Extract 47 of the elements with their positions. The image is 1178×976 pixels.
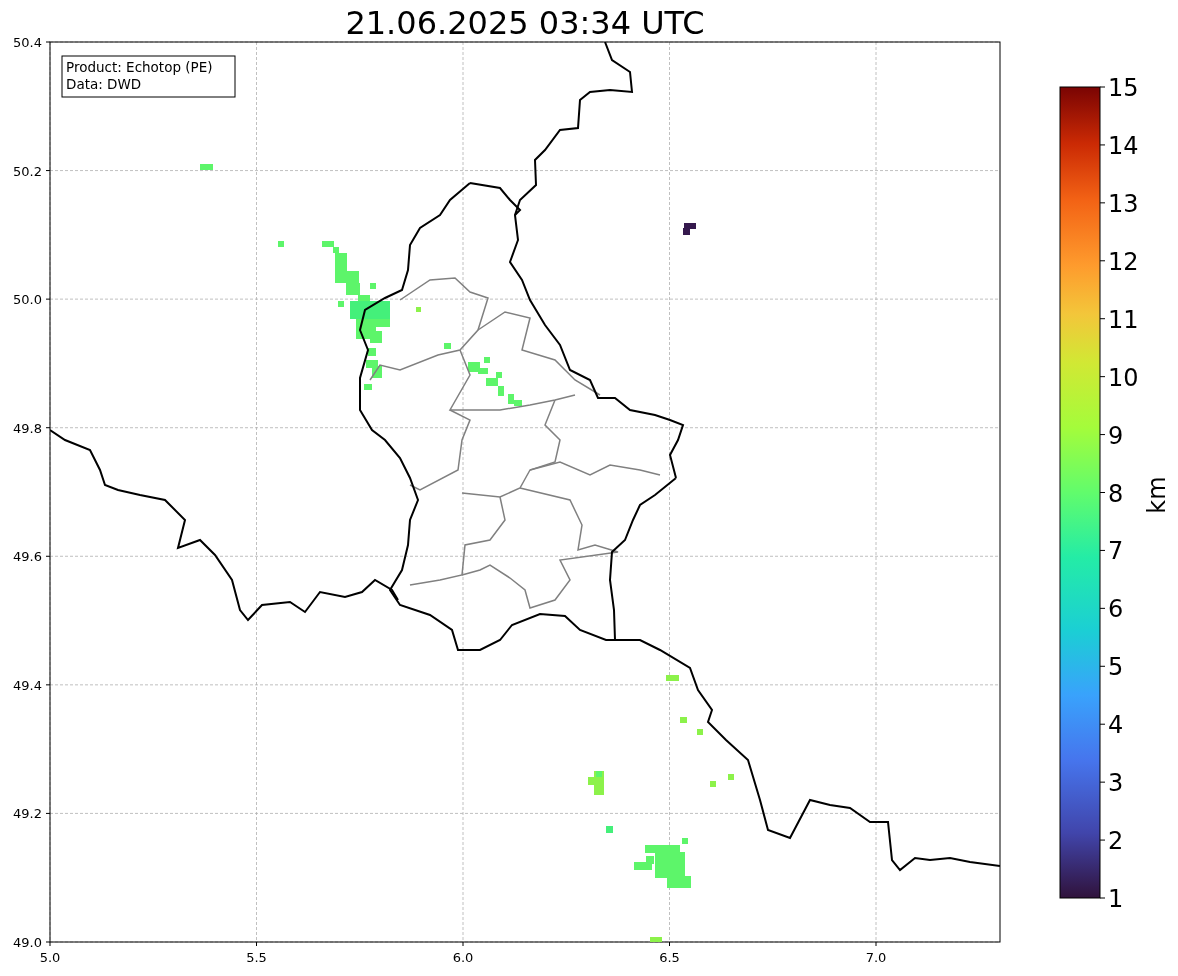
colorbar-tick-label: 13	[1108, 189, 1139, 218]
colorbar-tick-label: 14	[1108, 131, 1139, 160]
tick-mark	[1099, 434, 1106, 436]
y-tick-label: 50.2	[13, 163, 42, 179]
colorbar-tick-label: 1	[1108, 885, 1124, 913]
colorbar-tick-label: 6	[1108, 595, 1124, 624]
tick-mark	[1099, 86, 1106, 88]
legend-text: Data: DWD	[66, 76, 142, 92]
x-tick-label: 5.5	[246, 950, 267, 965]
y-tick-label: 49.4	[13, 677, 42, 693]
colorbar-label: km	[1143, 476, 1171, 514]
tick-mark	[1099, 144, 1106, 146]
colorbar-tick-label: 12	[1108, 247, 1139, 276]
tick-mark	[1099, 376, 1106, 378]
x-tick-label: 5.0	[39, 950, 61, 965]
tick-mark	[1099, 665, 1106, 667]
colorbar-tick-label: 15	[1108, 74, 1139, 102]
colorbar-tick-label: 5	[1108, 653, 1124, 682]
colorbar-tick-label: 7	[1108, 537, 1124, 566]
tick-mark	[1099, 781, 1106, 783]
tick-mark	[1099, 492, 1106, 493]
y-tick-label: 50.4	[13, 35, 42, 50]
y-tick-label: 49.8	[13, 420, 42, 436]
x-tick-label: 7.0	[865, 950, 887, 965]
tick-mark	[1099, 549, 1106, 551]
tick-mark	[1099, 607, 1106, 609]
tick-mark	[1099, 260, 1106, 262]
y-tick-label: 50.0	[13, 292, 42, 308]
y-tick-label: 49.0	[13, 935, 42, 950]
chart-title: 21.06.2025 03:34 UTC	[345, 4, 705, 42]
tick-mark	[1099, 318, 1106, 320]
colorbar-tick-label: 8	[1108, 479, 1124, 508]
colorbar-tick-label: 4	[1108, 711, 1124, 740]
y-tick-label: 49.6	[13, 549, 42, 565]
colorbar-tick-label: 9	[1108, 421, 1124, 450]
colorbar-tick-label: 10	[1108, 363, 1139, 392]
y-tick-label: 49.2	[13, 806, 42, 822]
x-tick-label: 6.5	[659, 950, 680, 965]
colorbar-tick-label: 3	[1108, 769, 1124, 798]
legend-text: Product: Echotop (PE)	[66, 59, 213, 75]
x-tick-label: 6.0	[452, 950, 474, 965]
tick-mark	[1099, 839, 1106, 841]
tick-mark	[1099, 897, 1106, 899]
tick-mark	[1099, 202, 1106, 204]
tick-mark	[1099, 723, 1106, 725]
colorbar-tick-label: 11	[1108, 305, 1139, 334]
colorbar-tick-label: 2	[1108, 827, 1124, 856]
